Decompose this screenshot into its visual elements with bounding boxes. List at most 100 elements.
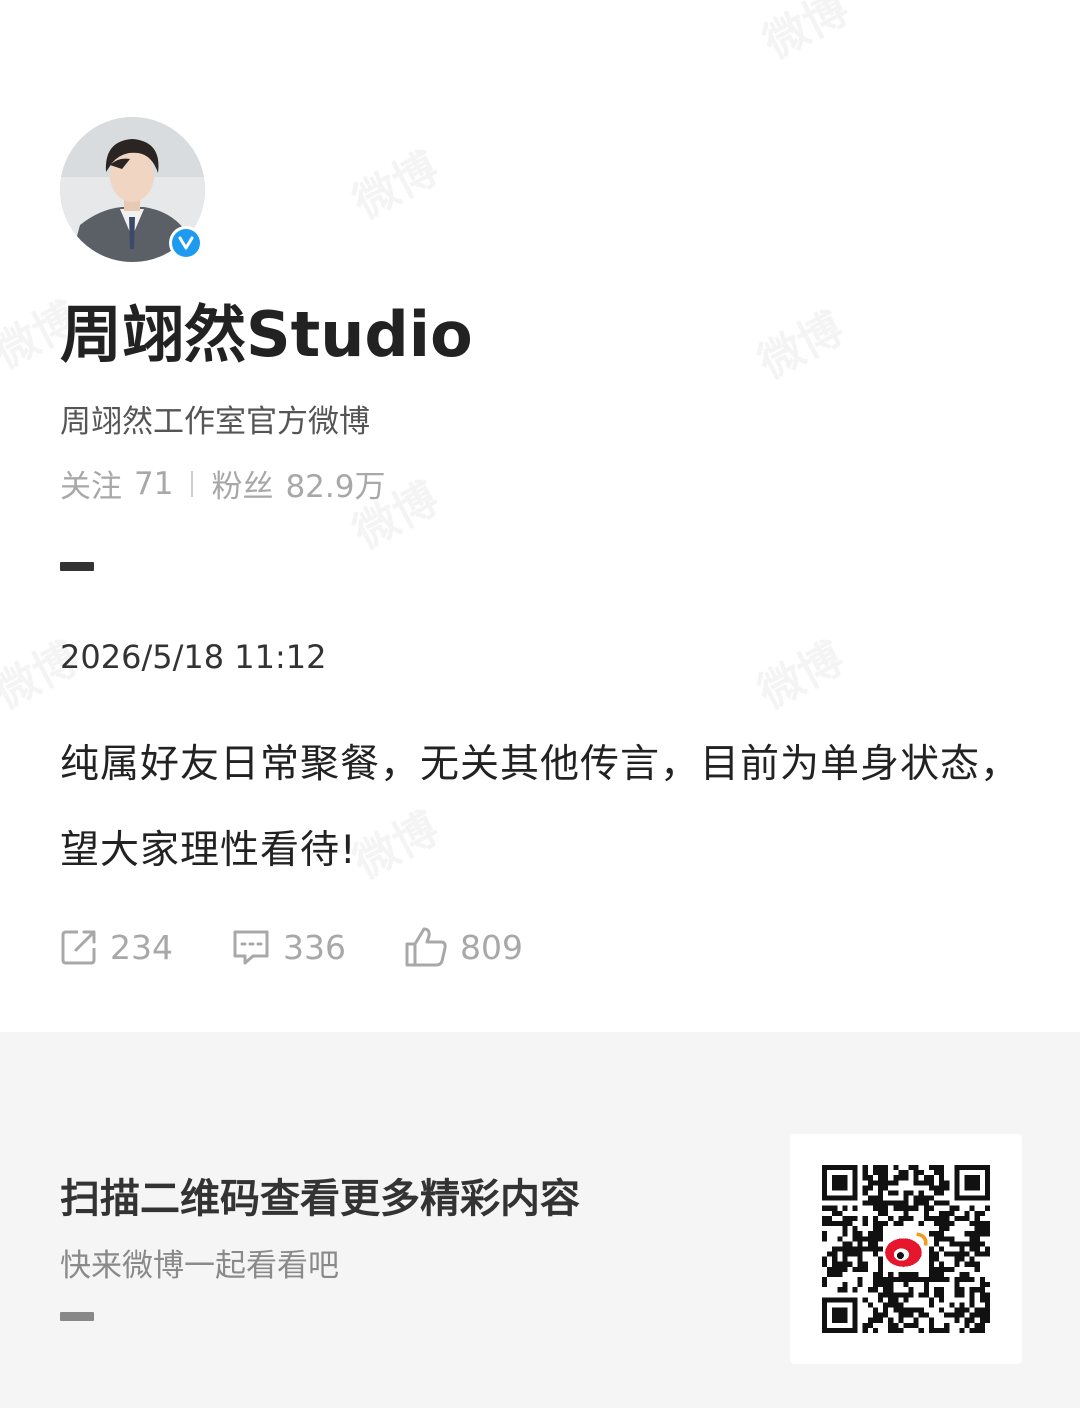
qr-module — [944, 1327, 950, 1333]
qr-module — [913, 1200, 919, 1206]
qr-module — [883, 1221, 889, 1227]
qr-module — [934, 1271, 940, 1277]
qr-module — [867, 1246, 873, 1252]
qr-module — [867, 1185, 873, 1191]
qr-module — [913, 1165, 919, 1171]
qr-module — [842, 1221, 848, 1227]
qr-module — [872, 1246, 878, 1252]
qr-module — [888, 1271, 894, 1277]
qr-module — [822, 1282, 828, 1288]
qr-module — [954, 1307, 960, 1313]
qr-code-image — [822, 1165, 990, 1333]
qr-module — [908, 1277, 914, 1283]
qr-module — [822, 1231, 828, 1237]
qr-module — [974, 1322, 980, 1328]
qr-module — [928, 1322, 934, 1328]
qr-module — [969, 1287, 975, 1293]
qr-module — [979, 1231, 985, 1237]
qr-code[interactable] — [790, 1134, 1022, 1364]
qr-module — [923, 1180, 929, 1186]
qr-module — [969, 1205, 975, 1211]
qr-module — [959, 1312, 965, 1318]
qr-module — [918, 1200, 924, 1206]
qr-module — [928, 1277, 934, 1283]
qr-module — [852, 1287, 858, 1293]
qr-module — [827, 1221, 833, 1227]
qr-module — [913, 1205, 919, 1211]
qr-module — [944, 1180, 950, 1186]
qr-module — [979, 1277, 985, 1283]
qr-module — [878, 1261, 884, 1267]
qr-module — [878, 1246, 884, 1252]
qr-module — [878, 1180, 884, 1186]
qr-module — [944, 1312, 950, 1318]
qr-module — [954, 1292, 960, 1298]
qr-module — [918, 1190, 924, 1196]
like-button[interactable]: 809 — [404, 926, 523, 968]
qr-module — [872, 1180, 878, 1186]
avatar[interactable] — [60, 117, 205, 262]
qr-module — [928, 1297, 934, 1303]
qr-module — [893, 1297, 899, 1303]
account-name[interactable]: 周翊然Studio — [60, 284, 473, 374]
qr-module — [862, 1246, 868, 1252]
qr-module — [862, 1175, 868, 1181]
qr-module — [934, 1287, 940, 1293]
qr-module — [852, 1231, 858, 1237]
qr-module — [898, 1221, 904, 1227]
verified-badge — [169, 226, 203, 260]
qr-module — [923, 1282, 929, 1288]
qr-module — [934, 1277, 940, 1283]
qr-module — [908, 1215, 914, 1221]
qr-module — [878, 1190, 884, 1196]
qr-module — [857, 1256, 863, 1262]
qr-module — [842, 1282, 848, 1288]
following-count[interactable]: 71 — [134, 466, 173, 502]
qr-module — [984, 1251, 990, 1257]
qr-module — [944, 1210, 950, 1216]
qr-module — [923, 1205, 929, 1211]
qr-module — [939, 1297, 945, 1303]
followers-label[interactable]: 粉丝 — [211, 461, 273, 506]
qr-module — [959, 1246, 965, 1252]
repost-button[interactable]: 234 — [60, 928, 173, 967]
qr-module — [939, 1327, 945, 1333]
comment-button[interactable]: 336 — [231, 928, 346, 967]
qr-module — [893, 1175, 899, 1181]
qr-module — [939, 1266, 945, 1272]
qr-module — [872, 1241, 878, 1247]
qr-module — [944, 1251, 950, 1257]
qr-module — [888, 1287, 894, 1293]
qr-module — [944, 1226, 950, 1232]
qr-module — [974, 1251, 980, 1257]
qr-module — [862, 1322, 868, 1328]
qr-module — [928, 1180, 934, 1186]
qr-module — [984, 1282, 990, 1288]
qr-module — [918, 1195, 924, 1201]
qr-module — [903, 1312, 909, 1318]
qr-module — [872, 1165, 878, 1171]
qr-module — [888, 1322, 894, 1328]
qr-module — [939, 1200, 945, 1206]
qr-finder — [832, 1307, 848, 1323]
check-icon — [178, 236, 194, 250]
qr-module — [984, 1312, 990, 1318]
qr-module — [867, 1322, 873, 1328]
following-label[interactable]: 关注 — [60, 461, 122, 506]
qr-module — [857, 1236, 863, 1242]
qr-module — [969, 1221, 975, 1227]
qr-module — [964, 1277, 970, 1283]
qr-module — [939, 1180, 945, 1186]
qr-module — [944, 1236, 950, 1242]
qr-module — [969, 1297, 975, 1303]
qr-module — [934, 1221, 940, 1227]
watermark: 微博 — [745, 293, 853, 391]
qr-module — [893, 1277, 899, 1283]
qr-module — [862, 1327, 868, 1333]
qr-module — [928, 1251, 934, 1257]
qr-module — [908, 1292, 914, 1298]
followers-count[interactable]: 82.9万 — [285, 461, 385, 506]
qr-module — [913, 1271, 919, 1277]
qr-module — [979, 1327, 985, 1333]
qr-module — [898, 1327, 904, 1333]
